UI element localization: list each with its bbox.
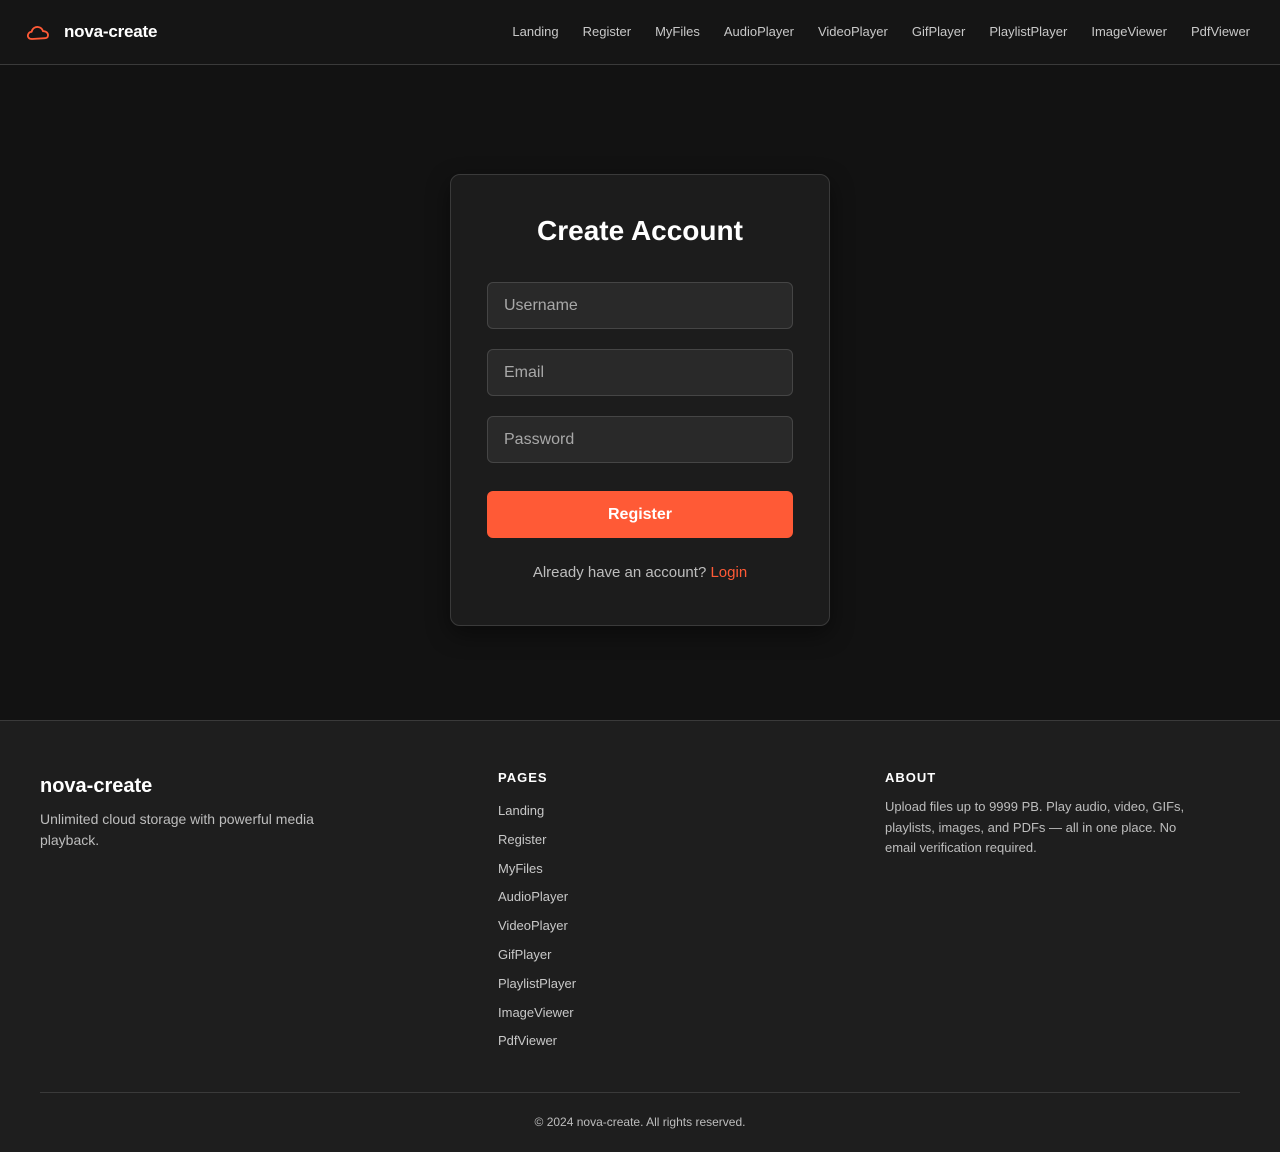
- nav-link-myfiles[interactable]: MyFiles: [655, 24, 700, 40]
- footer-link-audioplayer[interactable]: AudioPlayer: [498, 889, 568, 904]
- register-card: Create Account Register Already have an …: [450, 174, 830, 626]
- page-title: Create Account: [537, 215, 743, 246]
- nav-link-pdfviewer[interactable]: PdfViewer: [1191, 24, 1250, 40]
- footer-about-heading: ABOUT: [885, 770, 937, 785]
- main-nav: Landing Register MyFiles AudioPlayer Vid…: [488, 24, 1250, 40]
- nav-link-landing[interactable]: Landing: [512, 24, 558, 40]
- nav-link-register[interactable]: Register: [583, 24, 631, 40]
- register-button[interactable]: Register: [487, 491, 793, 538]
- footer-link-playlistplayer[interactable]: PlaylistPlayer: [498, 976, 576, 991]
- list-item: ImageViewer: [498, 1003, 576, 1032]
- list-item: VideoPlayer: [498, 916, 576, 945]
- email-input[interactable]: [487, 349, 793, 396]
- list-item: MyFiles: [498, 859, 576, 888]
- nav-link-audioplayer[interactable]: AudioPlayer: [724, 24, 794, 40]
- footer-brand: nova-create: [40, 775, 153, 797]
- nav-link-playlistplayer[interactable]: PlaylistPlayer: [989, 24, 1067, 40]
- footer-link-imageviewer[interactable]: ImageViewer: [498, 1005, 574, 1020]
- nav-link-gifplayer[interactable]: GifPlayer: [912, 24, 965, 40]
- footer-pages-list: Landing Register MyFiles AudioPlayer Vid…: [498, 801, 576, 1060]
- top-navbar: nova-create Landing Register MyFiles Aud…: [0, 0, 1280, 65]
- cloud-icon: [26, 26, 49, 40]
- main-content: Create Account Register Already have an …: [0, 65, 1280, 720]
- copyright: © 2024 nova-create. All rights reserved.: [534, 1115, 746, 1129]
- footer-tagline: Unlimited cloud storage with powerful me…: [40, 811, 314, 848]
- brand[interactable]: nova-create: [26, 20, 157, 44]
- list-item: PdfViewer: [498, 1031, 576, 1060]
- password-input[interactable]: [487, 416, 793, 463]
- list-item: Register: [498, 830, 576, 859]
- footer-divider: [40, 1092, 1240, 1093]
- footer-about-text: Upload files up to 9999 PB. Play audio, …: [885, 799, 1185, 855]
- site-footer: nova-create Unlimited cloud storage with…: [0, 720, 1280, 1152]
- login-link[interactable]: Login: [710, 564, 747, 581]
- footer-link-videoplayer[interactable]: VideoPlayer: [498, 918, 568, 933]
- footer-link-myfiles[interactable]: MyFiles: [498, 861, 543, 876]
- login-prompt-text: Already have an account?: [532, 564, 707, 581]
- footer-link-register[interactable]: Register: [498, 832, 546, 847]
- nav-link-videoplayer[interactable]: VideoPlayer: [818, 24, 888, 40]
- footer-link-pdfviewer[interactable]: PdfViewer: [498, 1033, 557, 1048]
- footer-link-landing[interactable]: Landing: [498, 803, 544, 818]
- list-item: PlaylistPlayer: [498, 974, 576, 1003]
- brand-name: nova-create: [64, 22, 158, 41]
- list-item: Landing: [498, 801, 576, 830]
- username-input[interactable]: [487, 282, 793, 329]
- list-item: GifPlayer: [498, 945, 576, 974]
- login-prompt: Already have an account? Login: [451, 564, 829, 581]
- nav-link-imageviewer[interactable]: ImageViewer: [1091, 24, 1167, 40]
- list-item: AudioPlayer: [498, 887, 576, 916]
- footer-pages-heading: PAGES: [498, 770, 548, 785]
- footer-link-gifplayer[interactable]: GifPlayer: [498, 947, 551, 962]
